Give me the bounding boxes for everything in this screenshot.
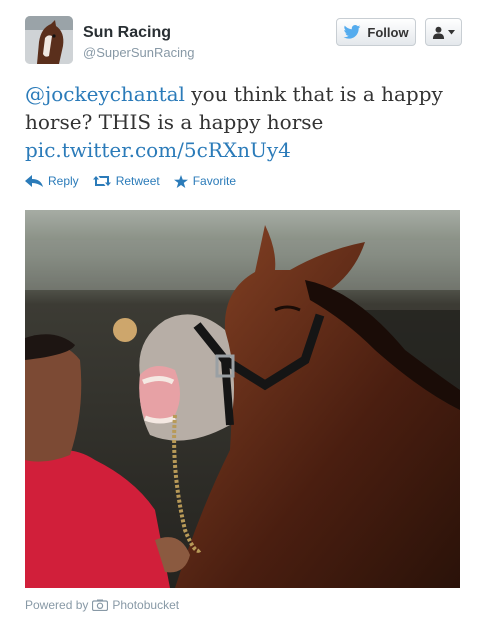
star-icon xyxy=(173,174,188,188)
retweet-label: Retweet xyxy=(115,174,160,188)
profile-avatar[interactable] xyxy=(25,16,73,64)
follow-button[interactable]: Follow xyxy=(336,18,416,46)
follow-button-label: Follow xyxy=(367,24,409,40)
user-handle[interactable]: @SuperSunRacing xyxy=(83,45,194,60)
tweet-photo[interactable] xyxy=(25,210,460,588)
retweet-icon xyxy=(92,176,111,186)
favorite-label: Favorite xyxy=(192,174,237,188)
media-link[interactable]: pic.twitter.com/5cRXnUy4 xyxy=(25,138,291,162)
mention-link[interactable]: @jockeychantal xyxy=(25,82,185,106)
tweet-actions: Reply Retweet Favorite xyxy=(25,174,236,188)
camera-icon xyxy=(92,599,109,611)
powered-by-footer: Powered by Photobucket xyxy=(25,598,179,612)
reply-arrow-icon xyxy=(25,175,43,187)
twitter-bird-icon xyxy=(344,25,361,39)
user-name[interactable]: Sun Racing xyxy=(83,24,171,42)
horse-photo-image xyxy=(25,210,460,588)
reply-action[interactable]: Reply xyxy=(25,174,79,188)
favorite-action[interactable]: Favorite xyxy=(173,174,237,188)
tweet-text: @jockeychantal you think that is a happy… xyxy=(25,80,455,164)
chevron-down-icon xyxy=(448,29,455,34)
photobucket-link[interactable]: Photobucket xyxy=(112,598,179,612)
reply-label: Reply xyxy=(48,174,79,188)
powered-by-label: Powered by xyxy=(25,598,89,612)
person-icon xyxy=(432,26,445,39)
horse-avatar-image xyxy=(25,16,73,64)
retweet-action[interactable]: Retweet xyxy=(92,174,160,188)
user-actions-dropdown[interactable] xyxy=(425,18,462,46)
